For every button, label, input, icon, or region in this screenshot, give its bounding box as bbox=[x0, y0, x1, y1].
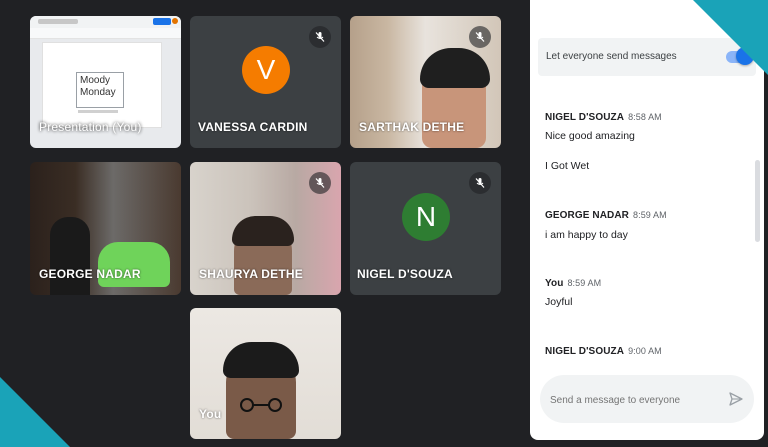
message-time: 8:59 AM bbox=[632, 210, 667, 220]
message-text: Joyful bbox=[545, 296, 573, 308]
tile-label: You bbox=[199, 407, 222, 421]
tile-label: VANESSA CARDIN bbox=[198, 120, 308, 134]
message-sender: NIGEL D'SOUZA 8:58 AM bbox=[545, 112, 662, 123]
message-time: 8:58 AM bbox=[628, 112, 662, 122]
tile-label: SARTHAK DETHE bbox=[359, 120, 465, 134]
message-sender: You 8:59 AM bbox=[545, 278, 601, 289]
tile-sarthak-dethe[interactable]: SARTHAK DETHE bbox=[350, 16, 501, 148]
message-sender: NIGEL D'SOUZA 9:00 AM bbox=[545, 346, 662, 357]
send-icon[interactable] bbox=[728, 391, 744, 407]
corner-decoration-top bbox=[693, 0, 768, 75]
message-time: 8:59 AM bbox=[567, 278, 602, 288]
slide-title-placeholder bbox=[38, 19, 78, 24]
slide-line-2: Monday bbox=[80, 87, 116, 98]
message-time: 9:00 AM bbox=[628, 346, 662, 356]
slide-share-button bbox=[153, 18, 171, 25]
slide-line-1: Moody bbox=[80, 75, 111, 86]
video-hair bbox=[420, 48, 490, 88]
tile-george-nadar[interactable]: GEORGE NADAR bbox=[30, 162, 181, 295]
slide-subtitle-placeholder bbox=[78, 110, 118, 113]
sender-name: NIGEL D'SOUZA bbox=[545, 112, 625, 123]
message-sender: GEORGE NADAR 8:59 AM bbox=[545, 210, 667, 221]
chat-scrollbar[interactable] bbox=[755, 160, 760, 242]
sender-name: GEORGE NADAR bbox=[545, 210, 629, 221]
message-text: Nice good amazing bbox=[545, 130, 635, 142]
message-text: i am happy to day bbox=[545, 229, 628, 241]
tile-label: SHAURYA DETHE bbox=[199, 267, 303, 281]
avatar: N bbox=[402, 193, 450, 241]
video-hair bbox=[232, 216, 294, 246]
message-text: I Got Wet bbox=[545, 160, 590, 172]
avatar: V bbox=[242, 46, 290, 94]
slide-title-box: Moody Monday bbox=[76, 72, 124, 108]
tile-shaurya-dethe[interactable]: SHAURYA DETHE bbox=[190, 162, 341, 295]
mic-off-icon bbox=[309, 26, 331, 48]
slide-toolbar bbox=[30, 28, 181, 39]
mic-off-icon bbox=[469, 26, 491, 48]
chat-input-box bbox=[540, 375, 754, 423]
sender-name: You bbox=[545, 278, 564, 289]
tile-label: Presentation (You) bbox=[39, 120, 142, 134]
tile-nigel-dsouza[interactable]: N NIGEL D'SOUZA bbox=[350, 162, 501, 295]
toggle-label: Let everyone send messages bbox=[546, 51, 677, 62]
tile-label: NIGEL D'SOUZA bbox=[357, 267, 453, 281]
chat-input[interactable] bbox=[550, 395, 720, 406]
corner-decoration-bottom bbox=[0, 377, 70, 447]
glasses-icon bbox=[234, 398, 288, 412]
tile-presentation[interactable]: Moody Monday Presentation (You) bbox=[30, 16, 181, 148]
slide-avatar-dot bbox=[172, 18, 178, 24]
mic-off-icon bbox=[469, 172, 491, 194]
mic-off-icon bbox=[309, 172, 331, 194]
tile-label: GEORGE NADAR bbox=[39, 267, 141, 281]
video-figure bbox=[50, 217, 90, 295]
tile-you[interactable]: You bbox=[190, 308, 341, 439]
tile-vanessa-cardin[interactable]: V VANESSA CARDIN bbox=[190, 16, 341, 148]
video-hair bbox=[223, 342, 299, 378]
sender-name: NIGEL D'SOUZA bbox=[545, 346, 625, 357]
